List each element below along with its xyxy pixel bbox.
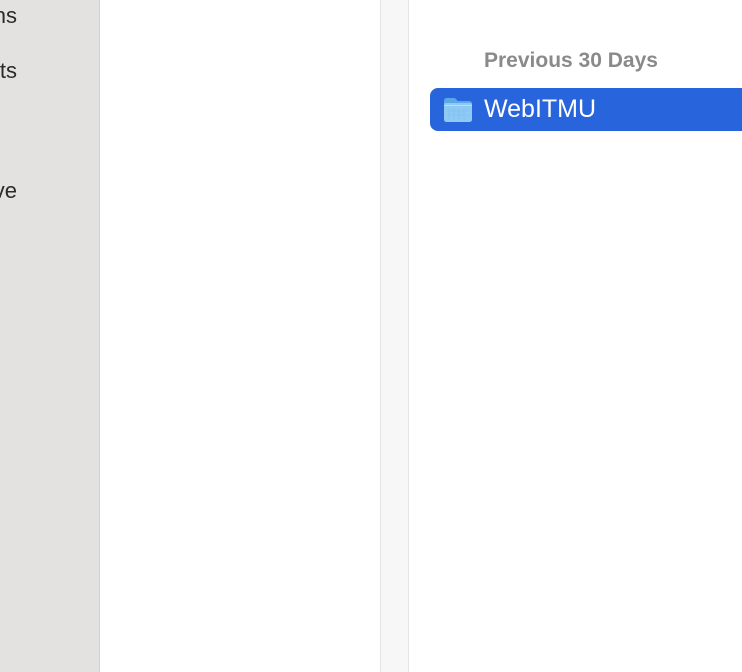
sidebar-item-icloud-drive[interactable]: iCloud Drive — [0, 178, 17, 204]
list-item-label: WebITMU — [484, 95, 597, 123]
sidebar-item-applications[interactable]: Applications — [0, 3, 17, 29]
browser-column-recents[interactable]: Previous 30 Days WebITMU — [409, 0, 742, 672]
list-item-webitmu[interactable]: WebITMU — [430, 88, 742, 131]
column-divider[interactable] — [380, 0, 409, 672]
browser-column-empty[interactable] — [100, 0, 380, 672]
sidebar: Applications Documents iCloud Drive — [0, 0, 100, 672]
section-header: Previous 30 Days — [484, 49, 658, 72]
folder-icon — [443, 95, 473, 123]
finder-window: Applications Documents iCloud Drive Prev… — [0, 0, 742, 672]
sidebar-item-documents[interactable]: Documents — [0, 58, 17, 84]
